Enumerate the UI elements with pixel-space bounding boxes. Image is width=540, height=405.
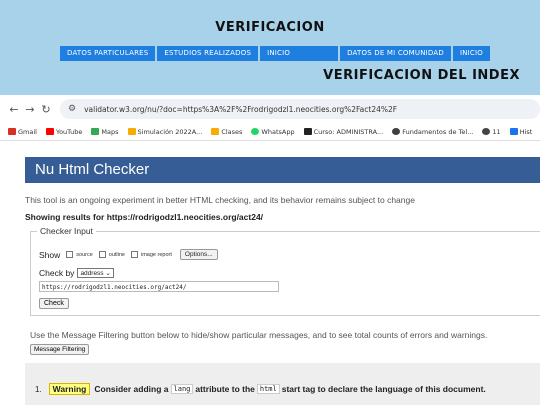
nav-estudios-realizados[interactable]: ESTUDIOS REALIZADOS [157,46,259,61]
reload-icon[interactable]: ↻ [38,103,54,116]
show-label: Show [39,249,61,260]
nav-datos-comunidad[interactable]: DATOS DE MI COMUNIDAD [340,46,451,61]
checkby-select[interactable]: address ⌄ [77,268,114,278]
address-bar: ← → ↻ ⚙ validator.w3.org/nu/?doc=https%3… [0,95,540,123]
showing-results: Showing results for https://rodrigodzl1.… [25,212,264,222]
message-text-1: Consider adding a [94,384,169,394]
message-text-3: start tag to declare the language of thi… [281,384,486,394]
message-filtering-button[interactable]: Message Filtering [30,344,90,355]
url-text: validator.w3.org/nu/?doc=https%3A%2F%2Fr… [84,104,398,114]
source-label: source [76,251,93,258]
message-item: 1. Warning Consider adding a lang attrib… [35,383,486,395]
bookmark-gmail[interactable]: Gmail [8,128,37,136]
globe-icon [482,128,491,135]
course-icon [392,128,401,135]
bookmark-hist[interactable]: Hist [509,128,532,136]
bookmark-maps[interactable]: Maps [91,128,119,136]
forward-icon[interactable]: → [22,103,38,116]
back-icon[interactable]: ← [6,103,22,116]
bookmark-11[interactable]: 11 [482,128,501,136]
bookmark-whatsapp[interactable]: WhatsApp [251,128,295,136]
outline-label: outline [108,251,125,258]
history-icon [509,128,518,135]
youtube-icon [45,128,54,135]
url-field[interactable]: ⚙ validator.w3.org/nu/?doc=https%3A%2F%2… [60,99,540,119]
moodle-icon [303,128,312,135]
bookmarks-bar: Gmail YouTube Maps Simulación 2022A... C… [0,123,540,141]
check-button[interactable]: Check [39,298,69,309]
bookmark-curso[interactable]: Curso: ADMINISTRA... [303,128,383,136]
message-number: 1. [35,384,42,394]
site-settings-icon[interactable]: ⚙ [68,104,76,114]
url-input[interactable]: https://rodrigodzl1.neocities.org/act24/ [39,281,279,292]
checker-header: Nu Html Checker [25,157,540,183]
nav-datos-particulares[interactable]: DATOS PARTICULARES [60,46,156,61]
message-text-2: attribute to the [195,384,255,394]
chevron-down-icon: ⌄ [105,270,111,277]
filter-note: Use the Message Filtering button below t… [30,330,488,340]
options-button[interactable]: Options... [179,249,218,260]
messages-area: 1. Warning Consider adding a lang attrib… [25,363,540,405]
message-code-lang: lang [170,384,194,394]
outline-checkbox[interactable] [98,251,106,258]
whatsapp-icon [251,128,260,135]
nav-inicio-2[interactable]: INICIO [452,46,490,61]
bookmark-simulacion[interactable]: Simulación 2022A... [127,128,202,136]
checkby-value: address [80,270,104,277]
intro-text: This tool is an ongoing experiment in be… [25,195,415,205]
bookmark-fundamentos[interactable]: Fundamentos de Tel... [392,128,473,136]
browser-screenshot: ← → ↻ ⚙ validator.w3.org/nu/?doc=https%3… [0,95,540,405]
maps-icon [91,128,100,135]
classroom-icon [211,128,220,135]
show-row: Show source outline image report Options… [39,249,218,260]
page-heading: VERIFICACION DEL INDEX [323,68,520,83]
checkby-label: Check by [39,268,75,278]
bookmark-youtube[interactable]: YouTube [45,128,82,136]
classroom-icon [127,128,136,135]
checker-title: Nu Html Checker [35,161,150,178]
site-nav: DATOS PARTICULARES ESTUDIOS REALIZADOS I… [60,46,492,61]
warning-badge: Warning [48,383,91,395]
source-checkbox[interactable] [66,251,74,258]
image-report-checkbox[interactable] [131,251,138,258]
checkby-row: Check by address ⌄ [39,268,114,278]
gmail-icon [8,128,16,135]
message-code-html: html [256,384,280,394]
bookmark-clases[interactable]: Clases [211,128,242,136]
image-report-label: image report [141,251,172,258]
nav-inicio[interactable]: INICIO [260,46,339,61]
checker-input-fieldset: Checker Input Show source outline image … [30,226,540,316]
site-title: VERIFICACION [215,20,325,35]
checker-input-legend: Checker Input [37,226,96,236]
